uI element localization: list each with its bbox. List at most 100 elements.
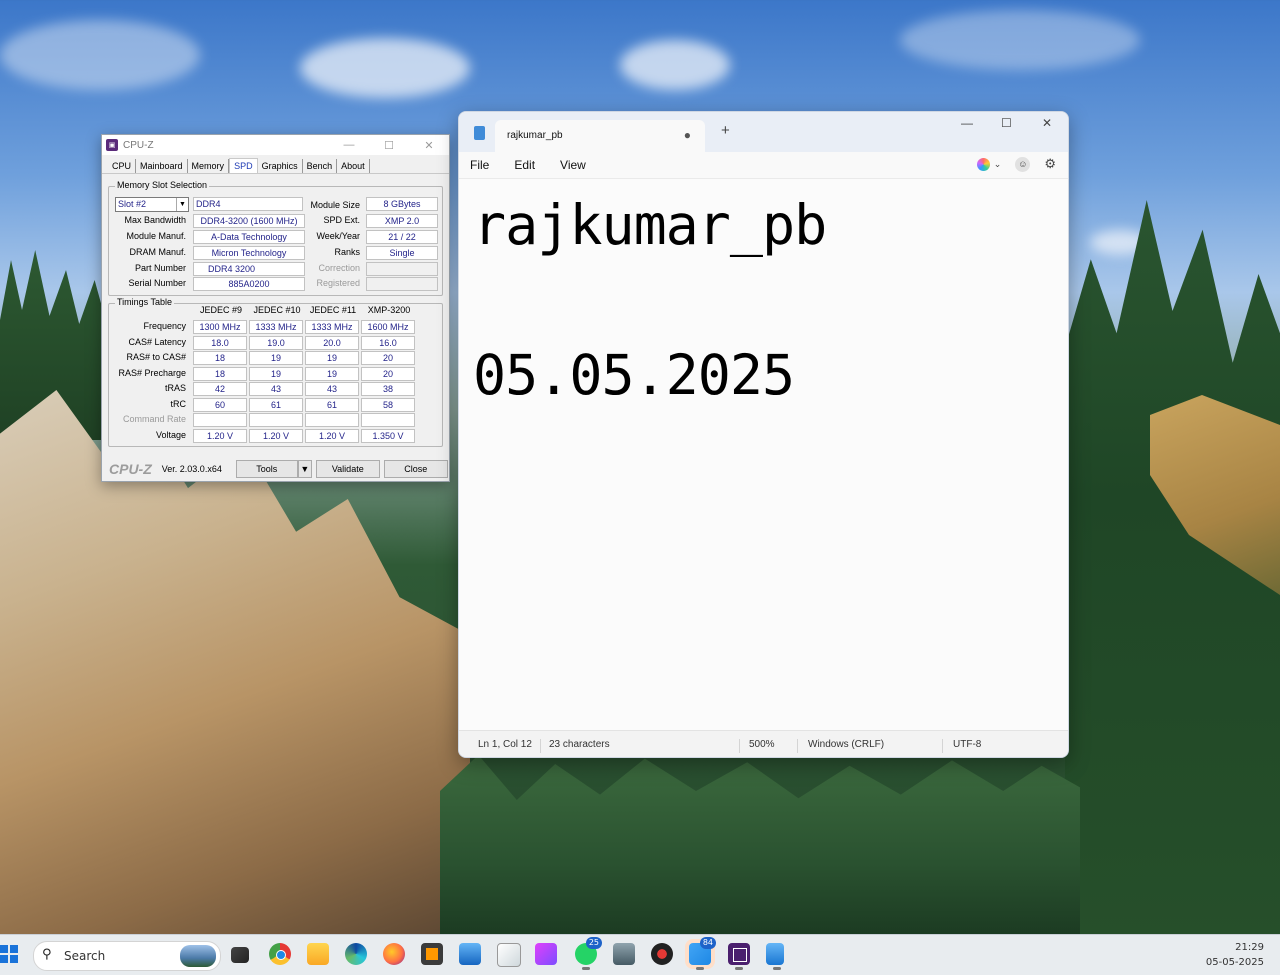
maximize-button[interactable]: ☐	[1001, 116, 1012, 130]
camera-app-icon[interactable]	[651, 943, 673, 965]
registered-label: Registered	[316, 278, 360, 288]
correction-label: Correction	[318, 263, 360, 273]
tab-cpu[interactable]: CPU	[108, 159, 137, 173]
validate-button[interactable]: Validate	[315, 460, 380, 478]
chrome-icon[interactable]	[269, 943, 291, 965]
serial-number-field: 885A0200	[193, 277, 305, 291]
zoom-level[interactable]: 500%	[749, 739, 775, 750]
character-count: 23 characters	[549, 739, 610, 750]
encoding[interactable]: UTF-8	[953, 739, 981, 750]
memory-type-field: DDR4	[193, 197, 303, 211]
new-tab-button[interactable]: +	[721, 122, 730, 139]
tab-mainboard[interactable]: Mainboard	[136, 159, 188, 173]
running-indicator	[696, 967, 704, 970]
whatsapp-icon[interactable]: 25	[575, 937, 602, 970]
system-clock[interactable]: 21:29 05-05-2025	[1206, 940, 1264, 970]
cpuz-taskbar-icon[interactable]	[728, 943, 750, 970]
tab-spd[interactable]: SPD	[229, 158, 258, 173]
cpuz-title: CPU-Z	[123, 139, 154, 151]
close-button[interactable]: ✕	[409, 139, 449, 152]
menu-edit[interactable]: Edit	[514, 158, 535, 172]
edge-icon[interactable]	[345, 943, 367, 965]
dram-manuf-field: Micron Technology	[193, 246, 305, 260]
timing-value: 19	[305, 367, 359, 381]
slot-value: Slot #2	[118, 199, 147, 209]
tab-memory[interactable]: Memory	[188, 159, 230, 173]
tab-bench[interactable]: Bench	[303, 159, 338, 173]
cpuz-window: ▣ CPU-Z — ☐ ✕ CPU Mainboard Memory SPD G…	[101, 134, 450, 482]
timing-value	[193, 413, 247, 427]
cpuz-brand-logo: CPU-Z	[109, 461, 152, 477]
module-manuf-label: Module Manuf.	[126, 231, 186, 241]
tools-dropdown-button[interactable]: ▼	[297, 460, 312, 478]
search-highlight-image	[180, 945, 216, 967]
module-size-label: Module Size	[310, 200, 360, 210]
cpuz-title-bar[interactable]: ▣ CPU-Z — ☐ ✕	[102, 135, 449, 155]
clock-time: 21:29	[1235, 942, 1264, 953]
timing-value: 1333 MHz	[249, 320, 303, 334]
timing-value: 18	[193, 351, 247, 365]
menu-view[interactable]: View	[560, 158, 586, 172]
text-editor[interactable]: rajkumar_pb 05.05.2025	[459, 178, 1068, 731]
photos-icon[interactable]	[459, 943, 481, 965]
minimize-button[interactable]: —	[961, 116, 973, 130]
cpuz-footer: CPU-Z Ver. 2.03.0.x64 Tools ▼ Validate C…	[102, 457, 449, 481]
max-bandwidth-field: DDR4-3200 (1600 MHz)	[193, 214, 305, 228]
timing-value: 1333 MHz	[305, 320, 359, 334]
timing-value	[249, 413, 303, 427]
tools-button[interactable]: Tools	[235, 460, 298, 478]
chart-app-icon[interactable]	[497, 943, 521, 967]
tab-graphics[interactable]: Graphics	[258, 159, 303, 173]
close-app-button[interactable]: Close	[383, 460, 448, 478]
timing-value: 1300 MHz	[193, 320, 247, 334]
chevron-down-icon[interactable]: ▼	[176, 198, 188, 211]
part-number-field: DDR4 3200	[193, 262, 305, 276]
timing-value: 18.0	[193, 336, 247, 350]
settings-gear-icon[interactable]: ⚙	[1044, 156, 1056, 172]
timing-row-label: RAS# to CAS#	[126, 352, 186, 362]
file-explorer-icon[interactable]	[307, 943, 329, 965]
task-view-icon[interactable]	[231, 947, 249, 963]
timings-column-header: JEDEC #9	[199, 305, 243, 315]
tab-about[interactable]: About	[337, 159, 370, 173]
tab-document[interactable]: rajkumar_pb ●	[495, 120, 705, 152]
minimize-button[interactable]: —	[329, 139, 369, 151]
notification-badge: 84	[699, 937, 716, 949]
tools-label: Tools	[256, 464, 278, 474]
correction-field	[366, 262, 438, 276]
search-box[interactable]: ⚲ Search	[33, 941, 221, 971]
cpuz-app-icon: ▣	[106, 139, 118, 151]
editor-line: 05.05.2025	[473, 343, 795, 407]
timings-column-header: JEDEC #10	[253, 305, 301, 315]
running-indicator	[735, 967, 743, 970]
account-icon[interactable]: ☺	[1015, 156, 1031, 172]
ranks-field: Single	[366, 246, 438, 260]
sublime-text-icon[interactable]	[421, 943, 443, 965]
messaging-app-icon[interactable]: 84	[689, 937, 716, 970]
copilot-icon	[976, 157, 990, 171]
close-button[interactable]: ✕	[1042, 116, 1052, 130]
timing-value: 18	[193, 367, 247, 381]
notepad-taskbar-icon[interactable]	[766, 943, 784, 970]
start-button[interactable]	[0, 945, 18, 963]
part-number-label: Part Number	[134, 263, 186, 273]
notepad-title-bar[interactable]: rajkumar_pb ● + — ☐ ✕	[459, 112, 1068, 152]
snipping-tool-icon[interactable]	[535, 943, 557, 965]
timing-row-label: tRAS	[164, 383, 186, 393]
timing-value: 20.0	[305, 336, 359, 350]
firefox-icon[interactable]	[383, 943, 405, 965]
unsaved-dot-icon[interactable]: ●	[684, 128, 691, 142]
timing-row-label: Command Rate	[122, 414, 186, 424]
menu-file[interactable]: File	[470, 158, 489, 172]
clock-date: 05-05-2025	[1205, 957, 1264, 968]
copilot-button[interactable]: ⌄	[976, 157, 1001, 171]
remote-desktop-icon[interactable]	[613, 943, 635, 965]
week-year-field: 21 / 22	[366, 230, 438, 244]
slot-dropdown[interactable]: Slot #2 ▼	[115, 197, 189, 212]
notification-badge: 25	[585, 937, 602, 949]
notepad-menu-bar: File Edit View ⌄ ☺ ⚙	[459, 152, 1068, 178]
maximize-button[interactable]: ☐	[369, 139, 409, 152]
week-year-label: Week/Year	[316, 231, 360, 241]
line-ending[interactable]: Windows (CRLF)	[808, 739, 884, 750]
spd-ext-field: XMP 2.0	[366, 214, 438, 228]
